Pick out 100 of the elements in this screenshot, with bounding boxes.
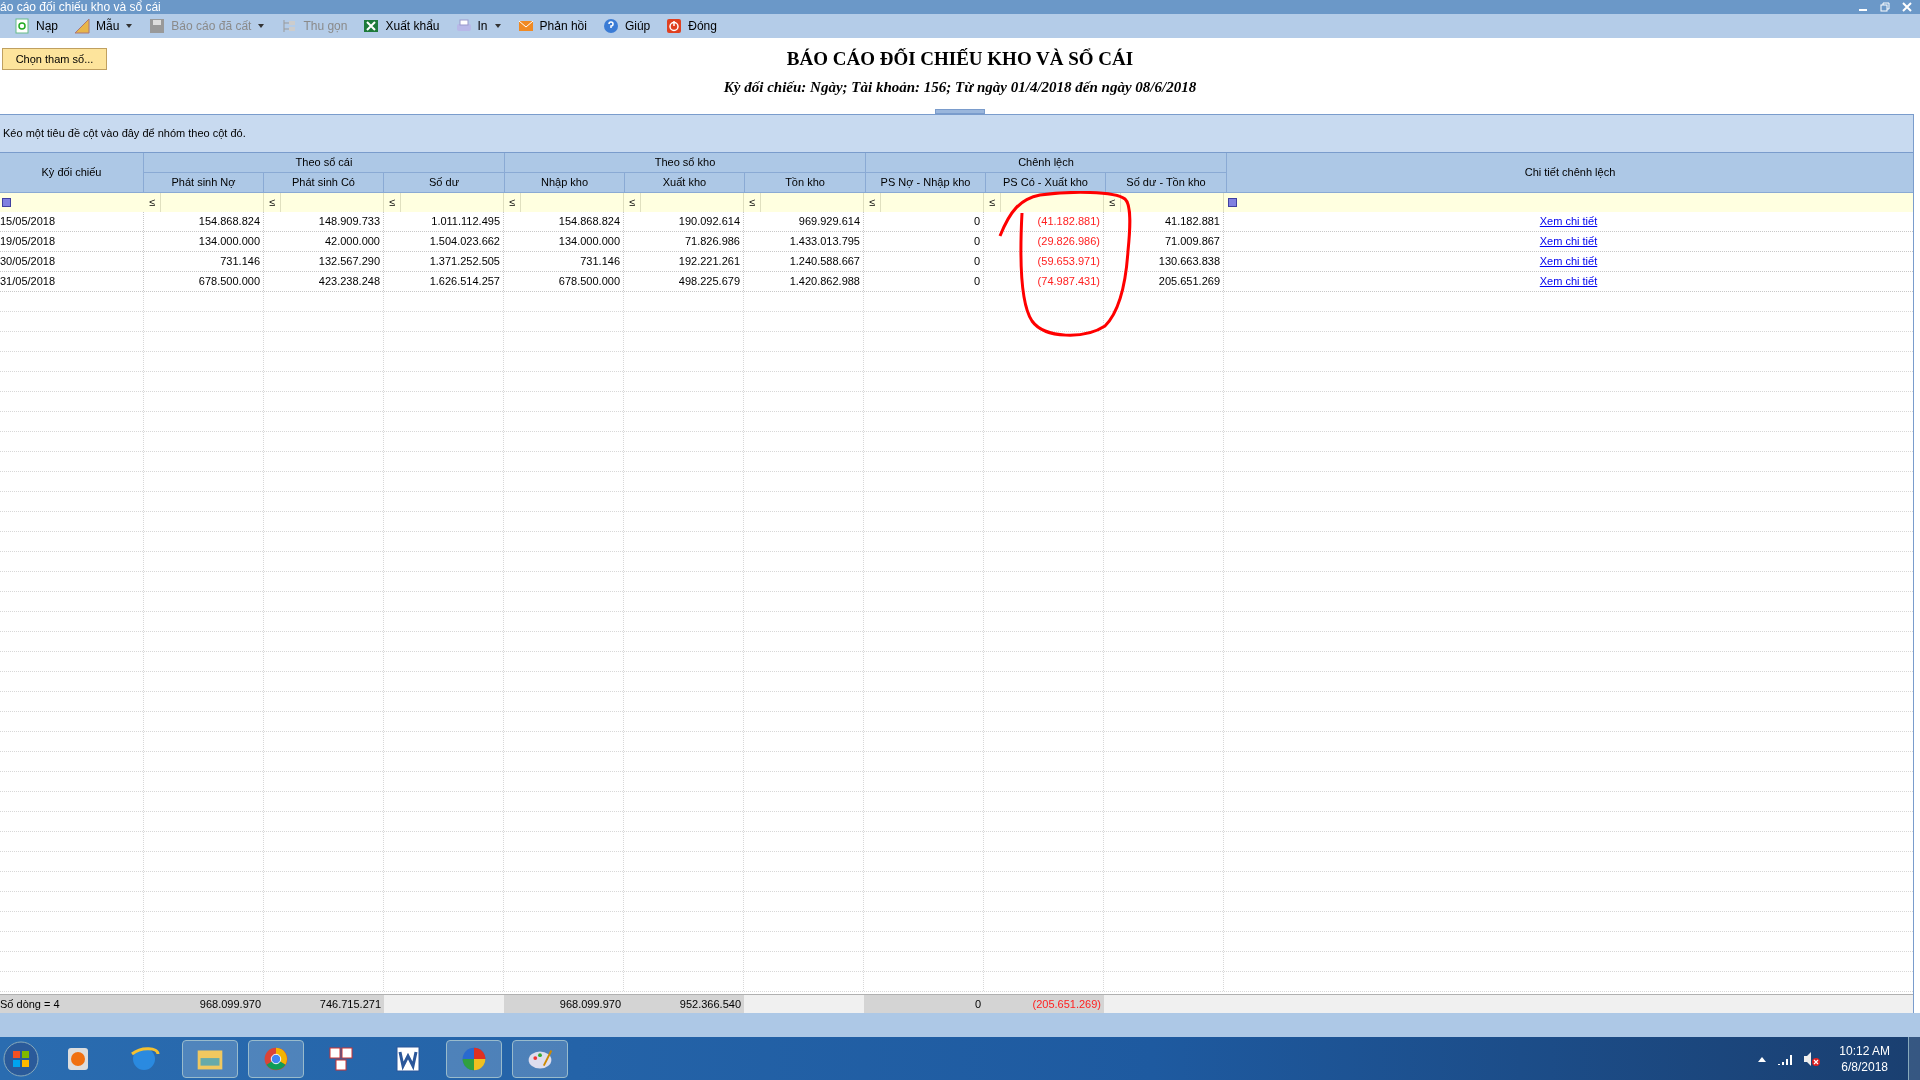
table-cell: 678.500.000: [504, 272, 624, 291]
splitter-handle[interactable]: [935, 109, 985, 114]
table-cell: 0: [864, 212, 984, 231]
table-cell: 15/05/2018: [0, 212, 144, 231]
table-cell: (74.987.431): [984, 272, 1104, 291]
table-cell: 0: [864, 272, 984, 291]
table-cell: 71.826.986: [624, 232, 744, 251]
table-cell: 132.567.290: [264, 252, 384, 271]
paint-palette-icon[interactable]: [512, 1039, 568, 1078]
table-cell: 423.238.248: [264, 272, 384, 291]
filter-operator[interactable]: ≤: [624, 194, 640, 211]
row-count: Số dòng = 4: [0, 995, 144, 1013]
muted-speaker-icon[interactable]: [1803, 1050, 1822, 1067]
details-link[interactable]: Xem chi tiết: [1539, 273, 1598, 290]
filter-operator[interactable]: ≤: [864, 194, 880, 211]
column-group-header: Theo sổ kho: [505, 153, 865, 173]
summary-cell: 968.099.970: [144, 995, 264, 1013]
table-cell: 71.009.867: [1104, 232, 1224, 251]
table-cell: 1.626.514.257: [384, 272, 504, 291]
envelope-icon: [517, 18, 534, 34]
filter-operator[interactable]: ≤: [384, 194, 400, 211]
refresh-icon: [14, 18, 30, 34]
help-icon: [602, 18, 619, 34]
table-cell: 1.240.588.667: [744, 252, 864, 271]
table-cell: (41.182.881): [984, 212, 1104, 231]
table-cell: 134.000.000: [144, 232, 264, 251]
show-desktop-button[interactable]: [1908, 1037, 1920, 1080]
table-cell: 192.221.261: [624, 252, 744, 271]
column-header[interactable]: Tồn kho: [745, 172, 865, 192]
filter-toggle-icon[interactable]: [1228, 198, 1237, 207]
close-icon[interactable]: [1902, 2, 1912, 12]
toolbar-button[interactable]: Giúp: [596, 16, 657, 36]
table-cell: 1.371.252.505: [384, 252, 504, 271]
window-title: áo cáo đối chiếu kho và sổ cái: [0, 1, 161, 13]
table-cell: 969.929.614: [744, 212, 864, 231]
column-group-header: Theo sổ cái: [144, 153, 504, 173]
clock-time[interactable]: 10:12 AM: [1839, 1042, 1890, 1059]
table-cell: 1.504.023.662: [384, 232, 504, 251]
table-cell: 42.000.000: [264, 232, 384, 251]
table-cell: 205.651.269: [1104, 272, 1224, 291]
table-cell: 0: [864, 252, 984, 271]
toolbar-button[interactable]: Xuất khẩu: [357, 16, 446, 36]
table-cell: 31/05/2018: [0, 272, 144, 291]
details-link[interactable]: Xem chi tiết: [1539, 253, 1598, 270]
table-cell: 498.225.679: [624, 272, 744, 291]
column-header[interactable]: Chi tiết chênh lệch: [1227, 153, 1913, 192]
table-cell: 148.909.733: [264, 212, 384, 231]
table-cell: 19/05/2018: [0, 232, 144, 251]
table-cell: 678.500.000: [144, 272, 264, 291]
table-cell: 0: [864, 232, 984, 251]
floppy-icon: [149, 18, 166, 34]
filter-operator[interactable]: ≤: [504, 194, 520, 211]
toolbar-button[interactable]: In: [449, 16, 508, 36]
colorful-app-icon[interactable]: [446, 1039, 502, 1078]
restore-icon[interactable]: [1880, 2, 1890, 12]
ruler-icon: [74, 18, 90, 34]
table-cell: 731.146: [504, 252, 624, 271]
clock-date[interactable]: 6/8/2018: [1841, 1058, 1888, 1075]
group-panel-hint: Kéo một tiêu đề cột vào đây để nhóm theo cột đó.: [3, 126, 246, 142]
caret-icon: [493, 22, 502, 30]
table-cell: 30/05/2018: [0, 252, 144, 271]
filter-operator[interactable]: ≤: [1104, 194, 1120, 211]
table-cell: (29.826.986): [984, 232, 1104, 251]
table-cell: 731.146: [144, 252, 264, 271]
table-cell: 1.011.112.495: [384, 212, 504, 231]
browser-icon[interactable]: [248, 1039, 304, 1078]
parameter-button[interactable]: Chọn tham số...: [2, 48, 107, 70]
report-title: BÁO CÁO ĐỐI CHIẾU KHO VÀ SỔ CÁI: [786, 47, 1134, 71]
tree-icon: [281, 18, 298, 34]
report-subtitle: Kỳ đối chiếu: Ngày; Tài khoản: 156; Từ ngày 01/4/2018 đến ngày 08/6/2018: [723, 77, 1197, 97]
summary-cell: 968.099.970: [504, 995, 624, 1013]
filter-toggle-icon[interactable]: [2, 198, 11, 207]
toolbar-button[interactable]: Phản hồi: [511, 16, 593, 36]
summary-cell: 0: [864, 995, 984, 1013]
power-icon: [666, 18, 683, 34]
table-cell: 1.420.862.988: [744, 272, 864, 291]
table-cell: 154.868.824: [504, 212, 624, 231]
table-cell: 134.000.000: [504, 232, 624, 251]
details-link[interactable]: Xem chi tiết: [1539, 213, 1598, 230]
column-header[interactable]: Số dư - Tồn kho: [1106, 172, 1226, 192]
toolbar-button[interactable]: Đóng: [660, 16, 723, 36]
toolbar-button[interactable]: Mẫu: [68, 16, 140, 36]
filter-operator[interactable]: ≤: [984, 194, 1000, 211]
summary-cell: (205.651.269): [984, 995, 1104, 1013]
filter-operator[interactable]: ≤: [744, 194, 760, 211]
table-cell: 154.868.824: [144, 212, 264, 231]
toolbar-button[interactable]: Nạp: [8, 16, 64, 36]
folder-icon[interactable]: [182, 1039, 238, 1078]
caret-icon: [257, 22, 266, 30]
filter-operator[interactable]: ≤: [144, 194, 160, 211]
printer-icon: [455, 18, 472, 34]
column-header[interactable]: Số dư: [384, 172, 504, 192]
filter-operator[interactable]: ≤: [264, 194, 280, 211]
details-link[interactable]: Xem chi tiết: [1539, 233, 1598, 250]
column-group-header: Chênh lệch: [866, 153, 1226, 173]
start-button[interactable]: [2, 1039, 40, 1078]
table-cell: 41.182.881: [1104, 212, 1224, 231]
table-cell: 1.433.013.795: [744, 232, 864, 251]
spreadsheet-icon: [363, 18, 380, 34]
caret-icon: [125, 22, 134, 30]
